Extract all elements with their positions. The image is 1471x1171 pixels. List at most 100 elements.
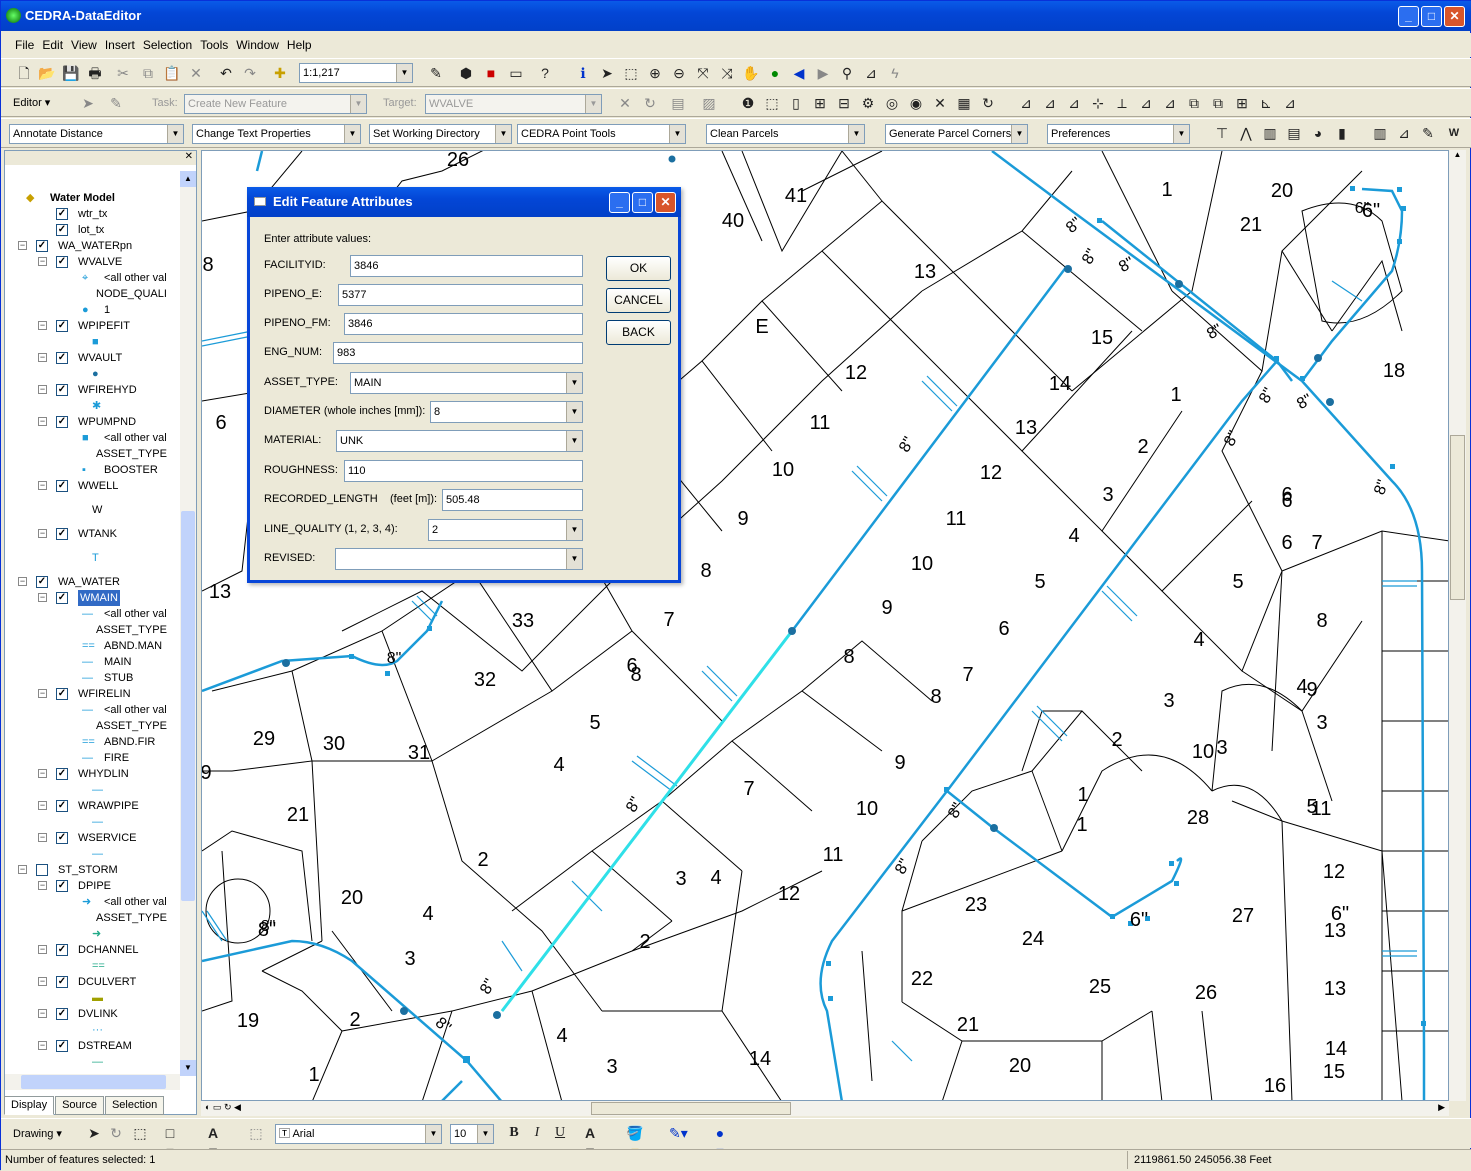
info-tool-icon[interactable]: ❶ (739, 94, 757, 112)
collapse-icon[interactable]: − (38, 353, 47, 362)
toc-row[interactable]: − ✓ DCULVERT (5, 974, 180, 990)
text-icon[interactable]: A ▾ (204, 1124, 222, 1159)
layer-checkbox[interactable]: ✓ (56, 1008, 68, 1020)
toc-row[interactable]: − ✓ WWELL (5, 478, 180, 494)
layout-view-icon[interactable]: ◐ ▭ ↻ ◀ (205, 1102, 241, 1113)
pipeno-e-field[interactable]: 5377 (338, 284, 583, 306)
target-combo[interactable]: WVALVE ▼ (425, 94, 602, 114)
toc-row[interactable]: ➜ <all other val (5, 894, 180, 910)
cedra-tool-f-icon[interactable]: ▥ (1371, 124, 1389, 142)
layer-checkbox[interactable]: ✓ (56, 592, 68, 604)
cogo-tool-6-icon[interactable]: ⊿ (1137, 94, 1155, 112)
toc-row[interactable]: − ✓ WFIREHYD (5, 382, 180, 398)
collapse-icon[interactable]: − (38, 481, 47, 490)
tab-display[interactable]: Display (4, 1096, 55, 1115)
eng-num-field[interactable]: 983 (333, 342, 583, 364)
minimize-button[interactable]: _ (1398, 6, 1419, 27)
editor-toolbar-icon[interactable]: ✎ (427, 64, 445, 82)
save-icon[interactable]: 💾 (62, 64, 80, 82)
drawing-menu[interactable]: Drawing ▾ (13, 1125, 62, 1143)
toc-scrollbar[interactable]: ▲ ▼ (180, 171, 196, 1076)
maximize-button[interactable]: □ (1421, 6, 1442, 27)
italic-icon[interactable]: I (528, 1124, 546, 1142)
cedra-tool-e-icon[interactable]: ▮ (1333, 124, 1351, 142)
cogo-tool-4-icon[interactable]: ⊹ (1089, 94, 1107, 112)
toc-row[interactable]: — MAIN (5, 654, 180, 670)
print-icon[interactable]: 🖶 (86, 64, 104, 82)
layer-checkbox[interactable]: ✓ (56, 480, 68, 492)
layer-checkbox[interactable]: ✓ (56, 1040, 68, 1052)
map-vscrollbar[interactable]: ▲ (1449, 150, 1466, 1101)
chevron-down-icon[interactable]: ▼ (167, 125, 183, 143)
cogo-tool-1-icon[interactable]: ⊿ (1017, 94, 1035, 112)
menu-help[interactable]: Help (283, 33, 316, 57)
rotate-tool-icon[interactable]: ↻ (641, 94, 659, 112)
tab-selection[interactable]: Selection (104, 1096, 165, 1115)
scroll-down-icon[interactable]: ▼ (180, 1060, 196, 1076)
toc-hscroll-thumb[interactable] (21, 1075, 166, 1089)
clean-parcels-combo[interactable]: Clean Parcels ▼ (706, 124, 865, 144)
collapse-icon[interactable]: − (38, 1041, 47, 1050)
toc-row[interactable]: − ✓ WTANK (5, 526, 180, 542)
bold-icon[interactable]: B (505, 1124, 523, 1142)
asset-type-select[interactable]: MAIN ▼ (350, 372, 583, 394)
select-elements-icon[interactable]: ➤ (85, 1124, 103, 1142)
line-quality-select[interactable]: 2 ▼ (428, 519, 583, 541)
scroll-up-icon[interactable]: ▲ (1449, 150, 1466, 164)
add-data-icon[interactable]: ✚ (271, 64, 289, 82)
map-vscroll-thumb[interactable] (1450, 435, 1465, 600)
cogo-tool-7-icon[interactable]: ⊿ (1161, 94, 1179, 112)
point-tools-combo[interactable]: CEDRA Point Tools ▼ (517, 124, 686, 144)
line-color-icon[interactable]: ✎▾ (669, 1124, 688, 1142)
select-features-icon[interactable]: ⬚ (622, 64, 640, 82)
revised-select[interactable]: ▼ (335, 548, 583, 570)
layer-checkbox[interactable] (36, 864, 48, 876)
sketch-properties-icon[interactable]: ▨ (700, 94, 718, 112)
facilityid-field[interactable]: 3846 (350, 255, 583, 277)
layer-checkbox[interactable]: ✓ (56, 384, 68, 396)
copy-icon[interactable]: ⧉ (139, 64, 157, 82)
layer-checkbox[interactable]: ✓ (56, 416, 68, 428)
menu-selection[interactable]: Selection (139, 33, 196, 57)
cedra-tool-5-icon[interactable]: ⚙ (859, 94, 877, 112)
layer-checkbox[interactable]: ✓ (56, 256, 68, 268)
collapse-icon[interactable]: − (18, 865, 27, 874)
delete-icon[interactable]: ✕ (187, 64, 205, 82)
cedra-tool-1-icon[interactable]: ⬚ (763, 94, 781, 112)
dialog-close-button[interactable]: ✕ (655, 192, 676, 213)
zoom-whole-page-icon[interactable]: ⬚ (131, 1124, 149, 1142)
cogo-tool-2-icon[interactable]: ⊿ (1041, 94, 1059, 112)
toc-row[interactable]: ◆ Water Model (5, 190, 180, 206)
cogo-tool-3-icon[interactable]: ⊿ (1065, 94, 1083, 112)
map-hscroll-thumb[interactable] (591, 1102, 791, 1115)
chevron-down-icon[interactable]: ▼ (669, 125, 685, 143)
close-icon[interactable]: ✕ (185, 151, 193, 162)
undo-icon[interactable]: ↶ (217, 64, 235, 82)
toc-row[interactable]: − ✓ WA_WATERpn (5, 238, 180, 254)
cedra-off-icon[interactable]: ◉ (907, 94, 925, 112)
toc-row[interactable]: − ✓ WA_WATER (5, 574, 180, 590)
collapse-icon[interactable]: − (38, 1009, 47, 1018)
toc-row[interactable]: − ✓ WHYDLIN (5, 766, 180, 782)
collapse-icon[interactable]: − (38, 321, 47, 330)
cogo-tool-11-icon[interactable]: ⊾ (1257, 94, 1275, 112)
collapse-icon[interactable]: − (38, 593, 47, 602)
layer-checkbox[interactable]: ✓ (56, 800, 68, 812)
cedra-tool-g-icon[interactable]: ⊿ (1395, 124, 1413, 142)
ok-button[interactable]: OK (606, 256, 671, 281)
chevron-down-icon[interactable]: ▼ (848, 125, 864, 143)
toc-row[interactable]: NODE_QUALI (5, 286, 180, 302)
menu-tools[interactable]: Tools (196, 33, 232, 57)
preferences-combo[interactable]: Preferences ▼ (1047, 124, 1190, 144)
cut-icon[interactable]: ✂ (114, 64, 132, 82)
toc-row[interactable]: − ✓ DVLINK (5, 1006, 180, 1022)
chevron-down-icon[interactable]: ▼ (585, 95, 601, 113)
chevron-down-icon[interactable]: ▼ (1011, 125, 1027, 143)
cedra-tool-3-icon[interactable]: ⊞ (811, 94, 829, 112)
collapse-icon[interactable]: − (38, 257, 47, 266)
parcel-corners-combo[interactable]: Generate Parcel Corners ▼ (885, 124, 1028, 144)
scroll-up-icon[interactable]: ▲ (180, 171, 196, 187)
layer-checkbox[interactable]: ✓ (56, 944, 68, 956)
pipeno-fm-field[interactable]: 3846 (344, 313, 583, 335)
layer-checkbox[interactable]: ✓ (56, 528, 68, 540)
